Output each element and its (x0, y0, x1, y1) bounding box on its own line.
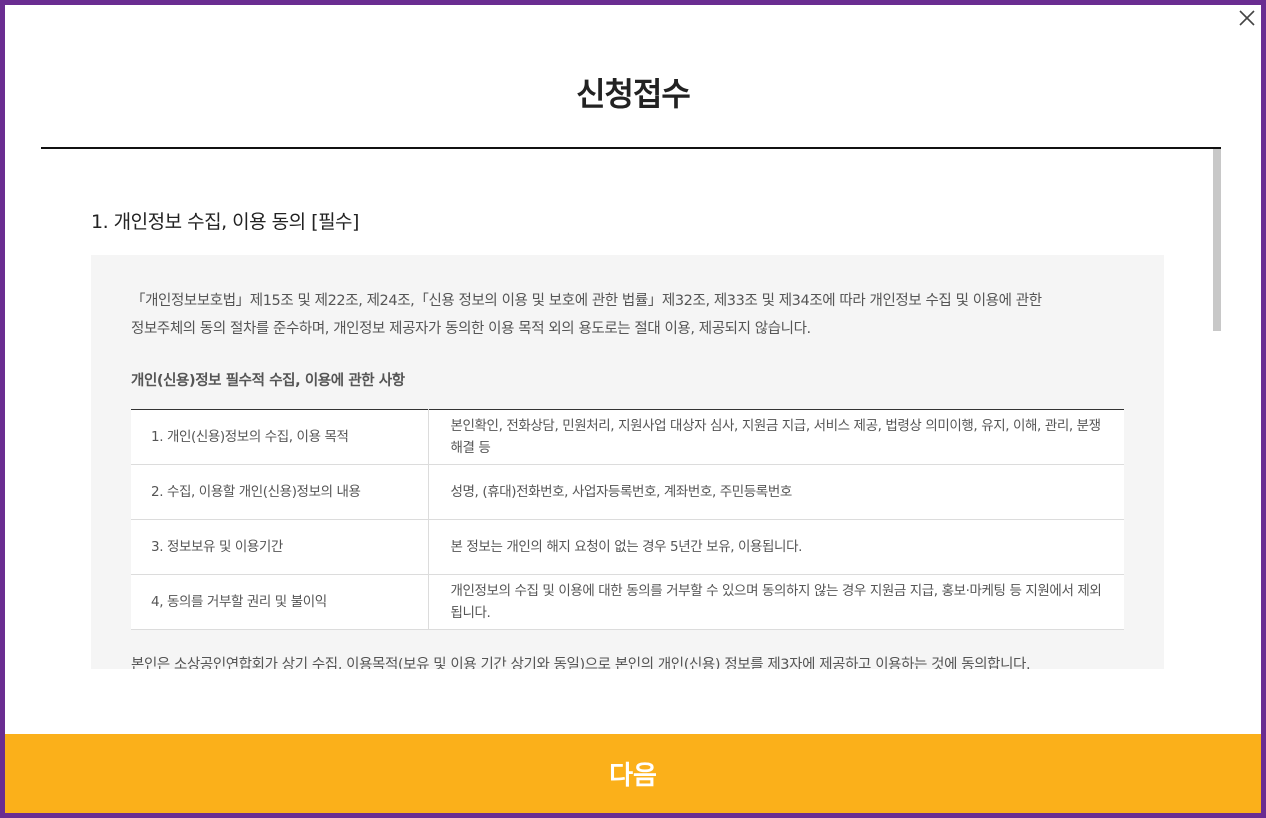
terms-scroll-area[interactable]: 1. 개인정보 수집, 이용 동의 [필수] 「개인정보보호법」제15조 및 제… (41, 149, 1221, 669)
table-value: 개인정보의 수집 및 이용에 대한 동의를 거부할 수 있으며 동의하지 않는 … (428, 574, 1124, 630)
table-row: 4, 동의를 거부할 권리 및 불이익 개인정보의 수집 및 이용에 대한 동의… (131, 574, 1124, 630)
table-key: 2. 수집, 이용할 개인(신용)정보의 내용 (131, 464, 429, 520)
table-value: 성명, (휴대)전화번호, 사업자등록번호, 계좌번호, 주민등록번호 (428, 464, 1124, 520)
table-row: 1. 개인(신용)정보의 수집, 이용 목적 본인확인, 전화상담, 민원처리,… (131, 409, 1124, 465)
intro-text: 「개인정보보호법」제15조 및 제22조, 제24조,「신용 정보의 이용 및 … (131, 287, 1131, 343)
table-value: 본 정보는 개인의 해지 요청이 없는 경우 5년간 보유, 이용됩니다. (428, 519, 1124, 575)
application-modal: 신청접수 1. 개인정보 수집, 이용 동의 [필수] 「개인정보보호법」제15… (5, 5, 1261, 813)
table-key: 3. 정보보유 및 이용기간 (131, 519, 429, 575)
modal-title: 신청접수 (576, 75, 691, 113)
close-icon (1239, 10, 1255, 26)
table-value: 본인확인, 전화상담, 민원처리, 지원사업 대상자 심사, 지원금 지급, 서… (428, 409, 1124, 465)
section-title: 1. 개인정보 수집, 이용 동의 [필수] (91, 211, 359, 233)
terms-box: 「개인정보보호법」제15조 및 제22조, 제24조,「신용 정보의 이용 및 … (91, 255, 1164, 669)
table-row: 2. 수집, 이용할 개인(신용)정보의 내용 성명, (휴대)전화번호, 사업… (131, 464, 1124, 520)
intro-line-2: 정보주체의 동의 절차를 준수하며, 개인정보 제공자가 동의한 이용 목적 외… (131, 321, 811, 337)
info-table: 1. 개인(신용)정보의 수집, 이용 목적 본인확인, 전화상담, 민원처리,… (131, 409, 1124, 630)
table-key: 1. 개인(신용)정보의 수집, 이용 목적 (131, 409, 429, 465)
sub-title: 개인(신용)정보 필수적 수집, 이용에 관한 사항 (131, 373, 405, 389)
intro-line-1: 「개인정보보호법」제15조 및 제22조, 제24조,「신용 정보의 이용 및 … (131, 293, 1042, 309)
scrollbar[interactable] (1213, 149, 1221, 669)
consent-text: 본인은 소상공인연합회가 상기 수집, 이용목적(보유 및 이용 기간 상기와 … (131, 657, 1031, 669)
next-button[interactable]: 다음 (5, 734, 1261, 813)
close-button[interactable] (1237, 8, 1257, 28)
scrollbar-thumb[interactable] (1213, 149, 1221, 331)
table-key: 4, 동의를 거부할 권리 및 불이익 (131, 574, 429, 630)
table-row: 3. 정보보유 및 이용기간 본 정보는 개인의 해지 요청이 없는 경우 5년… (131, 519, 1124, 575)
